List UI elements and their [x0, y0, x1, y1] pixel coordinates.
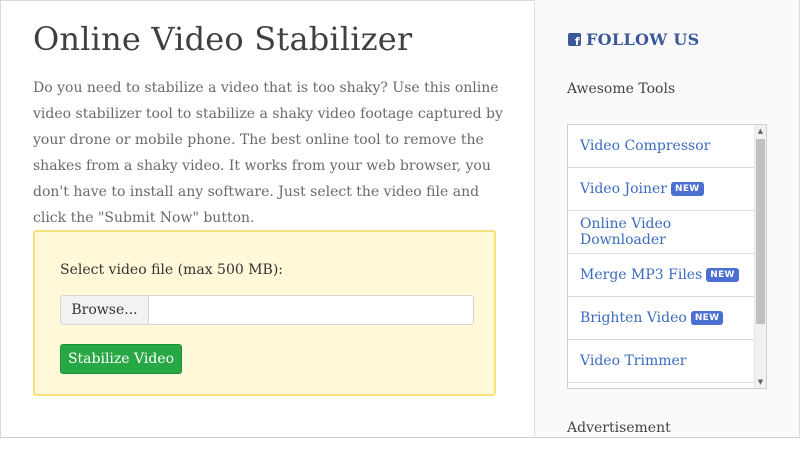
tool-label: Video Compressor	[580, 138, 711, 154]
tool-label: Online Video Downloader	[580, 216, 672, 248]
tools-heading: Awesome Tools	[567, 81, 676, 97]
upload-label: Select video file (max 500 MB):	[60, 262, 284, 278]
tools-list: Video Compressor Video Joiner NEW Online…	[567, 124, 767, 389]
follow-us-label: FOLLOW US	[586, 30, 700, 49]
new-badge: NEW	[670, 182, 704, 196]
file-name-field[interactable]	[149, 296, 473, 324]
facebook-icon	[568, 33, 581, 48]
tool-link-online-video-downloader[interactable]: Online Video Downloader	[568, 211, 756, 254]
follow-us-link[interactable]: FOLLOW US	[568, 30, 699, 49]
tool-label: Brighten Video	[580, 310, 687, 326]
new-badge: NEW	[706, 268, 739, 282]
tool-link-brighten-video[interactable]: Brighten Video NEW	[568, 297, 756, 340]
page-title: Online Video Stabilizer	[33, 20, 413, 58]
tools-scrollbar[interactable]: ▲ ▼	[754, 125, 766, 388]
tool-label: Video Trimmer	[580, 353, 687, 369]
stabilize-video-button[interactable]: Stabilize Video	[60, 344, 182, 374]
scroll-down-icon[interactable]: ▼	[755, 376, 766, 388]
upload-panel: Select video file (max 500 MB): Browse..…	[33, 230, 496, 396]
tool-link-merge-mp3-files[interactable]: Merge MP3 Files NEW	[568, 254, 756, 297]
scroll-up-icon[interactable]: ▲	[755, 125, 766, 137]
browse-button[interactable]: Browse...	[61, 296, 149, 324]
tool-link-video-joiner[interactable]: Video Joiner NEW	[568, 168, 756, 211]
scroll-thumb[interactable]	[756, 139, 765, 324]
tool-link-video-trimmer[interactable]: Video Trimmer	[568, 340, 756, 383]
tool-label: Merge MP3 Files	[580, 267, 703, 283]
new-badge: NEW	[690, 311, 724, 325]
advertisement-heading: Advertisement	[567, 420, 671, 436]
intro-paragraph: Do you need to stabilize a video that is…	[33, 80, 503, 226]
tool-label: Video Joiner	[580, 181, 667, 197]
tool-link-video-compressor[interactable]: Video Compressor	[568, 125, 756, 168]
file-input[interactable]: Browse...	[60, 295, 474, 325]
